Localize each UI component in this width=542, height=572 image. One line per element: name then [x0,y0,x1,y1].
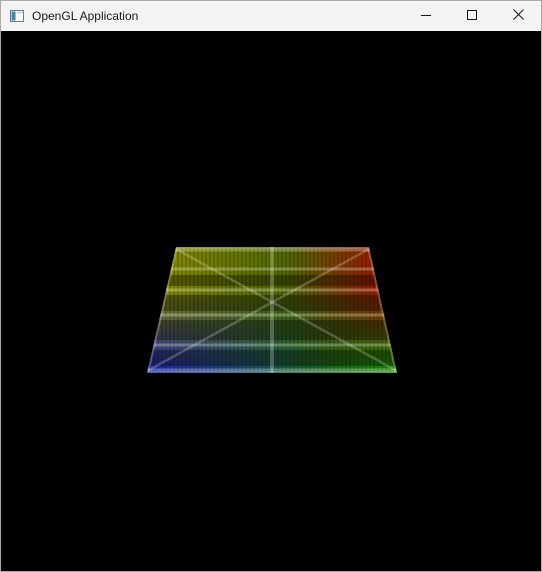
maximize-button[interactable] [449,1,495,31]
maximize-icon [467,9,477,23]
opengl-window: OpenGL Application [0,0,542,572]
minimize-button[interactable] [403,1,449,31]
render-viewport[interactable] [1,31,541,571]
scene-canvas [147,247,397,373]
textured-quad [147,247,397,373]
window-title: OpenGL Application [32,9,139,23]
close-icon [512,9,524,23]
app-window-icon [9,8,25,24]
close-button[interactable] [495,1,541,31]
title-bar[interactable]: OpenGL Application [1,1,541,31]
minimize-icon [421,9,431,23]
